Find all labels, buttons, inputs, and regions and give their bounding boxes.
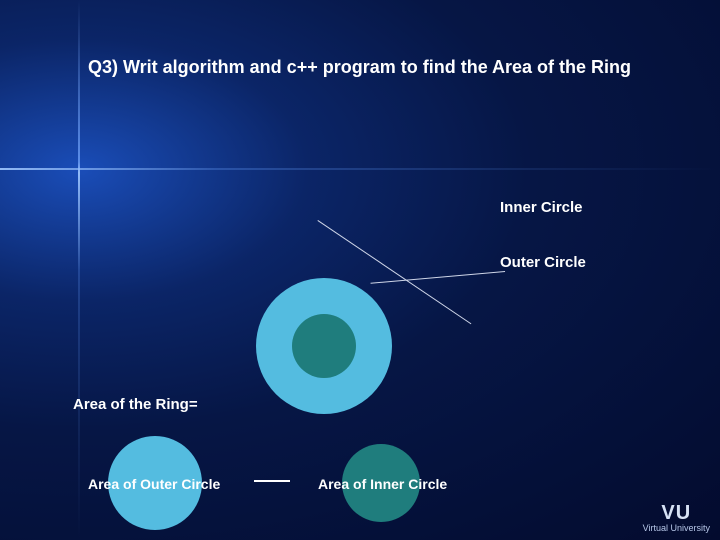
logo-initials: VU — [643, 502, 710, 524]
flare-vertical — [78, 0, 80, 540]
flare-horizontal — [0, 168, 720, 170]
leader-line-outer — [371, 271, 506, 284]
equation-lhs: Area of the Ring= — [73, 396, 198, 413]
vu-logo: VU Virtual University — [643, 502, 710, 534]
minus-icon — [254, 480, 290, 482]
logo-name: Virtual University — [643, 524, 710, 534]
page-title: Q3) Writ algorithm and c++ program to fi… — [88, 56, 648, 79]
label-inner-circle: Inner Circle — [500, 199, 583, 216]
equation-outer-label: Area of Outer Circle — [88, 476, 220, 492]
equation-inner-label: Area of Inner Circle — [318, 476, 447, 492]
ring-inner-circle — [292, 314, 356, 378]
label-outer-circle: Outer Circle — [500, 254, 586, 271]
